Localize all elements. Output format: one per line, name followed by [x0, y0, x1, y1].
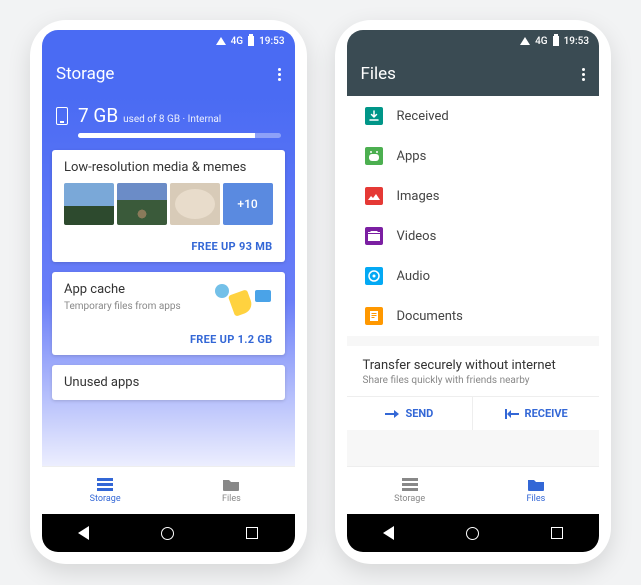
card-title: App cache: [64, 282, 211, 297]
back-button[interactable]: [78, 526, 89, 540]
phone-storage: 4G 19:53 Storage 7 GB used of 8 GB · Int…: [30, 20, 307, 564]
network-label: 4G: [231, 36, 244, 47]
card-title: Low-resolution media & memes: [64, 160, 273, 175]
storage-bar: [78, 133, 281, 138]
android-nav-bar: [42, 514, 295, 552]
receive-button[interactable]: RECEIVE: [473, 397, 599, 430]
apps-icon: [365, 147, 383, 165]
phone-files: 4G 19:53 Files Received Apps Images Vide…: [335, 20, 612, 564]
signal-icon: [520, 37, 530, 45]
tab-storage[interactable]: Storage: [347, 467, 473, 514]
category-documents[interactable]: Documents: [347, 296, 600, 336]
card-unused-apps[interactable]: Unused apps: [52, 365, 285, 400]
thumbnail[interactable]: [64, 183, 114, 225]
received-icon: [365, 107, 383, 125]
thumbnail-more[interactable]: +10: [223, 183, 273, 225]
images-icon: [365, 187, 383, 205]
transfer-title: Transfer securely without internet: [363, 358, 584, 373]
home-button[interactable]: [161, 527, 174, 540]
category-audio[interactable]: Audio: [347, 256, 600, 296]
transfer-card: Transfer securely without internet Share…: [347, 346, 600, 430]
storage-icon: [400, 477, 420, 493]
network-label: 4G: [535, 36, 548, 47]
bottom-nav: Storage Files: [42, 466, 295, 514]
category-label: Received: [397, 109, 449, 124]
storage-meta: used of 8 GB · Internal: [123, 114, 221, 125]
storage-icon: [95, 477, 115, 493]
android-nav-bar: [347, 514, 600, 552]
card-subtitle: Temporary files from apps: [64, 301, 211, 312]
card-low-res-media[interactable]: Low-resolution media & memes +10 FREE UP…: [52, 150, 285, 262]
tab-files[interactable]: Files: [473, 467, 599, 514]
cache-illustration: [211, 282, 273, 318]
battery-icon: [553, 36, 559, 46]
receive-icon: [505, 408, 519, 420]
storage-summary: 7 GB used of 8 GB · Internal: [42, 96, 295, 150]
folder-icon: [221, 477, 241, 493]
status-bar: 4G 19:53: [42, 30, 295, 52]
tab-storage[interactable]: Storage: [42, 467, 168, 514]
tab-label: Files: [222, 494, 241, 504]
folder-icon: [526, 477, 546, 493]
audio-icon: [365, 267, 383, 285]
device-icon: [56, 107, 68, 125]
page-title: Storage: [56, 64, 114, 84]
send-icon: [385, 408, 399, 420]
tab-files[interactable]: Files: [168, 467, 294, 514]
category-received[interactable]: Received: [347, 96, 600, 136]
signal-icon: [216, 37, 226, 45]
free-up-button[interactable]: FREE UP 1.2 GB: [190, 333, 273, 346]
send-button[interactable]: SEND: [347, 397, 474, 430]
category-label: Apps: [397, 149, 427, 164]
category-label: Videos: [397, 229, 437, 244]
documents-icon: [365, 307, 383, 325]
transfer-subtitle: Share files quickly with friends nearby: [363, 375, 584, 386]
battery-icon: [248, 36, 254, 46]
thumbnail[interactable]: [170, 183, 220, 225]
category-label: Images: [397, 189, 440, 204]
card-app-cache[interactable]: App cache Temporary files from apps FREE…: [52, 272, 285, 355]
tab-label: Files: [526, 494, 545, 504]
media-thumbnails: +10: [64, 183, 273, 225]
category-label: Audio: [397, 269, 430, 284]
category-images[interactable]: Images: [347, 176, 600, 216]
free-up-button[interactable]: FREE UP 93 MB: [191, 240, 272, 253]
overflow-menu-icon[interactable]: [278, 68, 281, 81]
home-button[interactable]: [466, 527, 479, 540]
recents-button[interactable]: [551, 527, 563, 539]
tab-label: Storage: [394, 494, 425, 504]
card-title: Unused apps: [64, 375, 273, 390]
page-title: Files: [361, 64, 396, 84]
category-apps[interactable]: Apps: [347, 136, 600, 176]
recents-button[interactable]: [246, 527, 258, 539]
clock: 19:53: [259, 36, 284, 47]
category-videos[interactable]: Videos: [347, 216, 600, 256]
bottom-nav: Storage Files: [347, 466, 600, 514]
videos-icon: [365, 227, 383, 245]
tab-label: Storage: [90, 494, 121, 504]
thumbnail[interactable]: [117, 183, 167, 225]
status-bar: 4G 19:53: [347, 30, 600, 52]
category-label: Documents: [397, 309, 463, 324]
category-list: Received Apps Images Videos Audio Docume…: [347, 96, 600, 336]
back-button[interactable]: [383, 526, 394, 540]
overflow-menu-icon[interactable]: [582, 68, 585, 81]
storage-used: 7 GB: [78, 104, 118, 127]
clock: 19:53: [564, 36, 589, 47]
app-bar: Files: [347, 52, 600, 96]
app-bar: Storage: [42, 52, 295, 96]
